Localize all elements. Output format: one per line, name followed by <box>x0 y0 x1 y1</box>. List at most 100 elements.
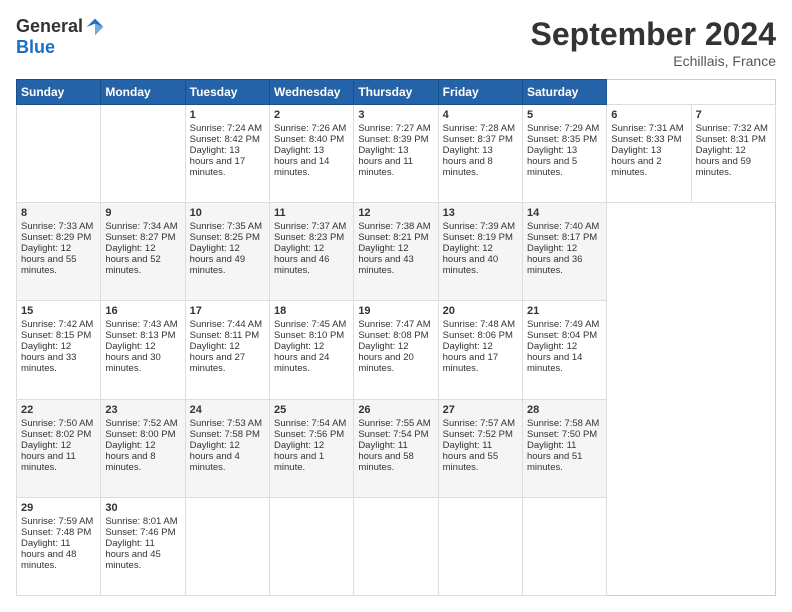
calendar-cell <box>185 497 269 595</box>
daylight: Daylight: 12 hours and 11 minutes. <box>21 440 76 473</box>
calendar-week-2: 8Sunrise: 7:33 AMSunset: 8:29 PMDaylight… <box>17 203 776 301</box>
daylight: Daylight: 11 hours and 48 minutes. <box>21 538 76 571</box>
daylight: Daylight: 11 hours and 45 minutes. <box>105 538 160 571</box>
day-header-sunday: Sunday <box>17 80 101 105</box>
logo-blue-text: Blue <box>16 37 55 58</box>
daylight: Daylight: 13 hours and 11 minutes. <box>358 145 413 178</box>
logo-icon <box>85 17 105 37</box>
day-number: 8 <box>21 207 96 219</box>
sunrise: Sunrise: 7:32 AM <box>696 123 768 134</box>
day-number: 12 <box>358 207 433 219</box>
sunrise: Sunrise: 7:44 AM <box>190 319 262 330</box>
daylight: Daylight: 12 hours and 14 minutes. <box>527 341 582 374</box>
sunrise: Sunrise: 7:53 AM <box>190 418 262 429</box>
daylight: Daylight: 12 hours and 36 minutes. <box>527 243 582 276</box>
day-number: 13 <box>443 207 518 219</box>
sunset: Sunset: 7:50 PM <box>527 429 597 440</box>
daylight: Daylight: 12 hours and 20 minutes. <box>358 341 413 374</box>
sunset: Sunset: 8:15 PM <box>21 330 91 341</box>
sunrise: Sunrise: 7:24 AM <box>190 123 262 134</box>
location: Echillais, France <box>531 53 776 69</box>
sunrise: Sunrise: 7:54 AM <box>274 418 346 429</box>
day-header-tuesday: Tuesday <box>185 80 269 105</box>
sunrise: Sunrise: 7:26 AM <box>274 123 346 134</box>
sunset: Sunset: 8:23 PM <box>274 232 344 243</box>
calendar-cell <box>438 497 522 595</box>
calendar-cell <box>17 105 101 203</box>
calendar-cell: 20Sunrise: 7:48 AMSunset: 8:06 PMDayligh… <box>438 301 522 399</box>
day-number: 15 <box>21 305 96 317</box>
calendar-cell: 9Sunrise: 7:34 AMSunset: 8:27 PMDaylight… <box>101 203 185 301</box>
day-number: 30 <box>105 502 180 514</box>
daylight: Daylight: 12 hours and 8 minutes. <box>105 440 155 473</box>
month-title: September 2024 <box>531 16 776 53</box>
sunrise: Sunrise: 7:38 AM <box>358 221 430 232</box>
sunrise: Sunrise: 7:55 AM <box>358 418 430 429</box>
calendar-cell <box>101 105 185 203</box>
sunset: Sunset: 7:58 PM <box>190 429 260 440</box>
sunset: Sunset: 7:54 PM <box>358 429 428 440</box>
sunrise: Sunrise: 7:45 AM <box>274 319 346 330</box>
calendar-cell: 30Sunrise: 8:01 AMSunset: 7:46 PMDayligh… <box>101 497 185 595</box>
day-number: 2 <box>274 109 349 121</box>
day-number: 24 <box>190 404 265 416</box>
calendar-cell: 19 Sunrise: 7:47 AMSunset: 8:08 PMDayligh… <box>354 301 438 399</box>
daylight: Daylight: 12 hours and 52 minutes. <box>105 243 160 276</box>
daylight: Daylight: 12 hours and 27 minutes. <box>190 341 245 374</box>
calendar-cell: 22 Sunrise: 7:50 AMSunset: 8:02 PMDayligh… <box>17 399 101 497</box>
calendar-cell <box>522 497 606 595</box>
calendar-cell: 25Sunrise: 7:54 AMSunset: 7:56 PMDayligh… <box>269 399 353 497</box>
daylight: Daylight: 12 hours and 4 minutes. <box>190 440 240 473</box>
sunset: Sunset: 8:35 PM <box>527 134 597 145</box>
sunrise: Sunrise: 7:43 AM <box>105 319 177 330</box>
sunset: Sunset: 8:25 PM <box>190 232 260 243</box>
day-number: 22 <box>21 404 96 416</box>
sunset: Sunset: 8:02 PM <box>21 429 91 440</box>
day-number: 16 <box>105 305 180 317</box>
calendar-cell: 10Sunrise: 7:35 AMSunset: 8:25 PMDayligh… <box>185 203 269 301</box>
sunset: Sunset: 8:13 PM <box>105 330 175 341</box>
sunset: Sunset: 8:06 PM <box>443 330 513 341</box>
sunrise: Sunrise: 7:49 AM <box>527 319 599 330</box>
sunset: Sunset: 8:40 PM <box>274 134 344 145</box>
calendar-cell: 15Sunrise: 7:42 AMSunset: 8:15 PMDayligh… <box>17 301 101 399</box>
day-number: 7 <box>696 109 771 121</box>
day-number: 19 <box>358 305 433 317</box>
calendar-cell: 6Sunrise: 7:31 AMSunset: 8:33 PMDaylight… <box>607 105 691 203</box>
sunset: Sunset: 8:29 PM <box>21 232 91 243</box>
daylight: Daylight: 12 hours and 40 minutes. <box>443 243 498 276</box>
calendar-cell: 16 Sunrise: 7:43 AMSunset: 8:13 PMDayligh… <box>101 301 185 399</box>
calendar-cell: 23Sunrise: 7:52 AMSunset: 8:00 PMDayligh… <box>101 399 185 497</box>
daylight: Daylight: 13 hours and 8 minutes. <box>443 145 493 178</box>
daylight: Daylight: 11 hours and 51 minutes. <box>527 440 582 473</box>
sunrise: Sunrise: 7:27 AM <box>358 123 430 134</box>
calendar-cell: 3Sunrise: 7:27 AMSunset: 8:39 PMDaylight… <box>354 105 438 203</box>
calendar-cell: 27Sunrise: 7:57 AMSunset: 7:52 PMDayligh… <box>438 399 522 497</box>
daylight: Daylight: 12 hours and 30 minutes. <box>105 341 160 374</box>
day-number: 11 <box>274 207 349 219</box>
day-header-monday: Monday <box>101 80 185 105</box>
title-section: September 2024 Echillais, France <box>531 16 776 69</box>
sunrise: Sunrise: 7:31 AM <box>611 123 683 134</box>
day-number: 20 <box>443 305 518 317</box>
sunset: Sunset: 8:08 PM <box>358 330 428 341</box>
day-number: 6 <box>611 109 686 121</box>
day-header-friday: Friday <box>438 80 522 105</box>
daylight: Daylight: 12 hours and 59 minutes. <box>696 145 751 178</box>
sunrise: Sunrise: 7:50 AM <box>21 418 93 429</box>
daylight: Daylight: 12 hours and 17 minutes. <box>443 341 498 374</box>
sunrise: Sunrise: 7:47 AM <box>358 319 430 330</box>
day-number: 25 <box>274 404 349 416</box>
day-number: 3 <box>358 109 433 121</box>
calendar-cell: 14Sunrise: 7:40 AMSunset: 8:17 PMDayligh… <box>522 203 606 301</box>
sunrise: Sunrise: 7:35 AM <box>190 221 262 232</box>
logo-general-text: General <box>16 16 83 37</box>
sunrise: Sunrise: 7:34 AM <box>105 221 177 232</box>
daylight: Daylight: 13 hours and 14 minutes. <box>274 145 329 178</box>
calendar-cell: 29Sunrise: 7:59 AMSunset: 7:48 PMDayligh… <box>17 497 101 595</box>
calendar-week-5: 29Sunrise: 7:59 AMSunset: 7:48 PMDayligh… <box>17 497 776 595</box>
calendar-cell: 7Sunrise: 7:32 AMSunset: 8:31 PMDaylight… <box>691 105 775 203</box>
sunrise: Sunrise: 7:59 AM <box>21 516 93 527</box>
sunset: Sunset: 7:52 PM <box>443 429 513 440</box>
day-number: 14 <box>527 207 602 219</box>
